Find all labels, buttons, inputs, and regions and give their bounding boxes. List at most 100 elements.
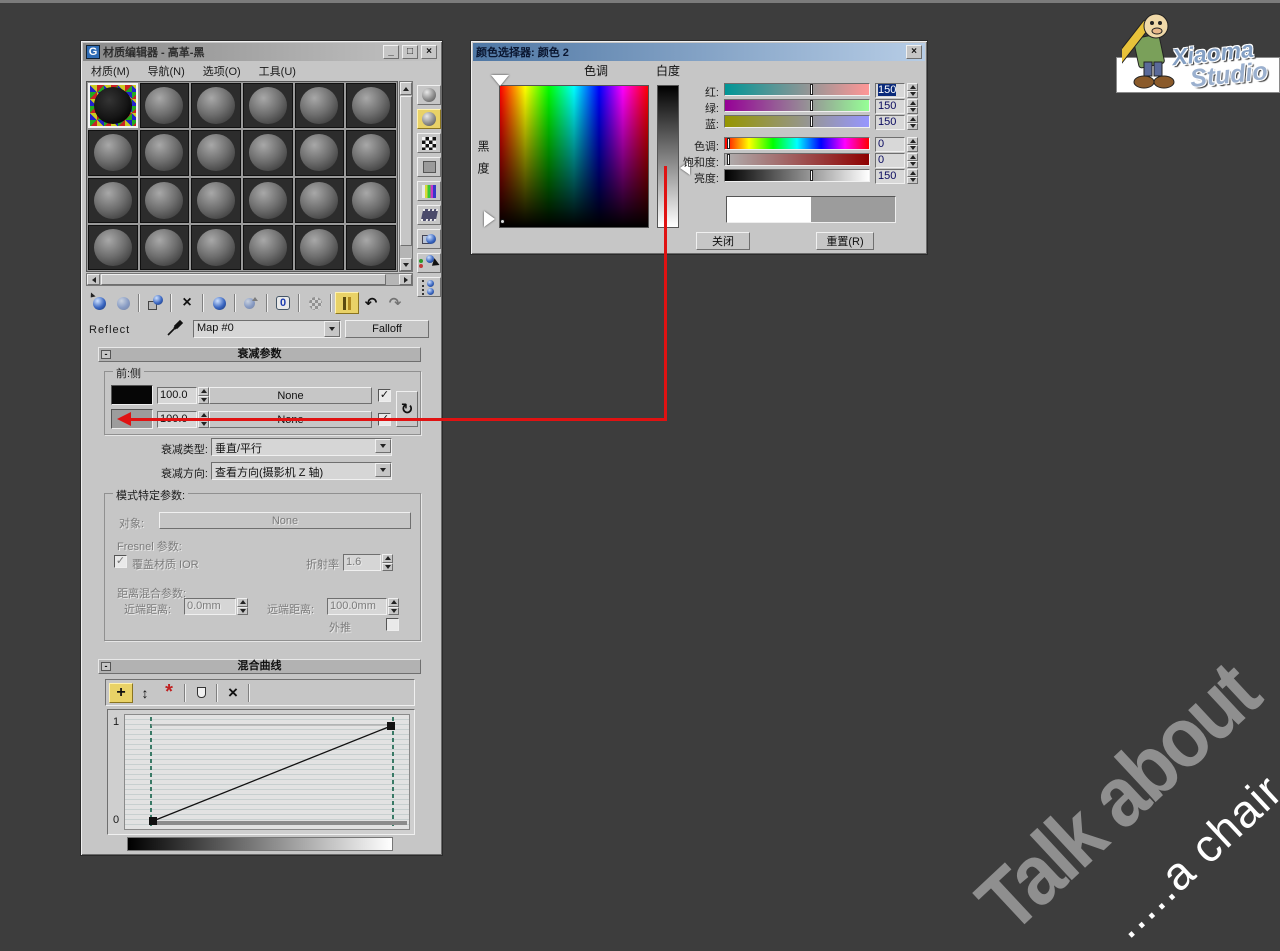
add-point-button[interactable]: *: [157, 681, 181, 703]
menu-utilities[interactable]: 工具(U): [259, 63, 296, 79]
falloff-params-rollout[interactable]: - 衰减参数: [98, 347, 421, 362]
move-point-button[interactable]: +: [109, 682, 133, 703]
dropdown-arrow-icon[interactable]: [375, 439, 391, 453]
saturation-spinner[interactable]: [907, 153, 918, 168]
ior-field[interactable]: 1.6: [343, 554, 381, 571]
material-id-channel-button[interactable]: 0: [271, 292, 295, 314]
spinner-up-icon[interactable]: [907, 99, 918, 107]
hue-marker-icon[interactable]: [491, 75, 509, 86]
video-color-check-button[interactable]: [417, 181, 441, 201]
spinner-up-icon[interactable]: [388, 598, 399, 607]
menu-material[interactable]: 材质(M): [91, 63, 130, 79]
assign-material-button[interactable]: [143, 292, 167, 314]
hue-spinner[interactable]: [907, 137, 918, 152]
material-slot[interactable]: [88, 224, 138, 270]
select-by-material-button[interactable]: [417, 253, 441, 273]
front-map-checkbox[interactable]: ✓: [378, 389, 391, 402]
front-color-swatch[interactable]: [111, 385, 153, 405]
material-slot[interactable]: [139, 177, 190, 223]
spinner-down-icon[interactable]: [198, 395, 209, 404]
falloff-type-dropdown[interactable]: 垂直/平行: [211, 438, 392, 456]
spinner-up-icon[interactable]: [907, 153, 918, 161]
value-slider[interactable]: [724, 169, 870, 182]
options-button[interactable]: [417, 229, 441, 249]
put-material-to-scene-button[interactable]: [111, 292, 135, 314]
mix-curve-plot[interactable]: [124, 714, 410, 830]
green-spinner[interactable]: [907, 99, 918, 114]
material-editor-titlebar[interactable]: G 材质编辑器 - 高革-黑 _ □ ×: [83, 43, 440, 61]
spinner-down-icon[interactable]: [907, 90, 918, 98]
material-slot[interactable]: [294, 130, 345, 176]
falloff-direction-dropdown[interactable]: 查看方向(摄影机 Z 轴): [211, 462, 392, 480]
ior-spinner[interactable]: [382, 554, 393, 571]
spinner-down-icon[interactable]: [237, 606, 248, 615]
scroll-left-icon[interactable]: [87, 274, 100, 285]
spinner-down-icon[interactable]: [907, 122, 918, 130]
saturation-value-field[interactable]: 0: [875, 153, 905, 168]
material-slot[interactable]: [88, 177, 138, 223]
sample-type-button[interactable]: [417, 85, 441, 105]
show-end-result-button[interactable]: [335, 292, 359, 314]
show-map-in-viewport-button[interactable]: [303, 292, 327, 314]
vertical-scroll-thumb[interactable]: [400, 96, 412, 246]
saturation-slider[interactable]: [724, 153, 870, 166]
red-value-field[interactable]: 150: [875, 83, 905, 98]
spinner-down-icon[interactable]: [388, 606, 399, 615]
maximize-button[interactable]: □: [402, 45, 418, 59]
make-material-copy-button[interactable]: [207, 292, 231, 314]
spinner-up-icon[interactable]: [907, 83, 918, 91]
background-button[interactable]: [417, 133, 441, 153]
material-slot[interactable]: [88, 130, 138, 176]
put-to-library-button[interactable]: [239, 292, 263, 314]
spinner-up-icon[interactable]: [198, 387, 209, 396]
reset-map-button[interactable]: ×: [175, 292, 199, 314]
material-slot[interactable]: [294, 224, 345, 270]
value-spinner[interactable]: [907, 169, 918, 184]
spinner-down-icon[interactable]: [907, 160, 918, 168]
eyedropper-icon[interactable]: [165, 318, 185, 341]
near-distance-spinner[interactable]: [237, 598, 248, 615]
material-slot[interactable]: [191, 224, 241, 270]
material-map-navigator-button[interactable]: [417, 277, 441, 297]
go-forward-sibling-button[interactable]: ↷: [383, 292, 407, 314]
scroll-up-icon[interactable]: [400, 82, 412, 95]
slots-horizontal-scrollbar[interactable]: [86, 273, 413, 286]
material-slot[interactable]: [294, 83, 345, 129]
material-slot[interactable]: [346, 130, 396, 176]
horizontal-scroll-thumb[interactable]: [101, 274, 386, 285]
blue-spinner[interactable]: [907, 115, 918, 130]
color-selector-titlebar[interactable]: 颜色选择器: 颜色 2 ×: [473, 43, 925, 61]
spinner-down-icon[interactable]: [907, 144, 918, 152]
collapse-icon[interactable]: -: [101, 350, 111, 359]
swap-colors-button[interactable]: ↻: [396, 391, 418, 427]
spinner-up-icon[interactable]: [907, 115, 918, 123]
material-slot[interactable]: [191, 130, 241, 176]
material-slot[interactable]: [346, 224, 396, 270]
red-spinner[interactable]: [907, 83, 918, 98]
value-value-field[interactable]: 150: [875, 169, 905, 184]
get-material-button[interactable]: [87, 292, 111, 314]
dropdown-arrow-icon[interactable]: [324, 321, 340, 337]
spinner-down-icon[interactable]: [907, 176, 918, 184]
far-distance-spinner[interactable]: [388, 598, 399, 615]
slots-vertical-scrollbar[interactable]: [399, 81, 413, 272]
hue-blackness-picker[interactable]: [499, 85, 649, 228]
blackness-marker-icon[interactable]: [484, 211, 495, 227]
blue-slider[interactable]: [724, 115, 870, 128]
material-slot[interactable]: [243, 224, 293, 270]
scale-point-button[interactable]: ↕: [133, 683, 157, 703]
material-slot[interactable]: [139, 83, 190, 129]
material-slot[interactable]: [243, 83, 293, 129]
far-distance-field[interactable]: 100.0mm: [327, 598, 387, 615]
go-to-parent-button[interactable]: ↶: [359, 292, 383, 314]
close-dialog-button[interactable]: 关闭: [696, 232, 750, 250]
collapse-icon[interactable]: -: [101, 662, 111, 671]
override-ior-checkbox[interactable]: ✓: [114, 555, 127, 568]
spinner-up-icon[interactable]: [907, 137, 918, 145]
mix-curve-rollout[interactable]: - 混合曲线: [98, 659, 421, 674]
spinner-up-icon[interactable]: [907, 169, 918, 177]
scroll-right-icon[interactable]: [399, 274, 412, 285]
blue-value-field[interactable]: 150: [875, 115, 905, 130]
extrapolate-checkbox[interactable]: [386, 618, 399, 631]
close-button[interactable]: ×: [421, 45, 437, 59]
